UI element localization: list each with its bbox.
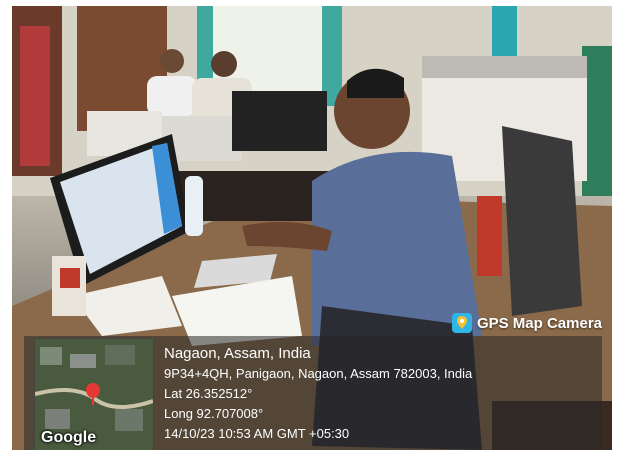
- place-name: Nagaon, Assam, India: [164, 345, 311, 362]
- google-attribution: Google: [41, 429, 97, 446]
- person-background-1-head: [160, 49, 184, 73]
- photocopier-top: [422, 56, 587, 78]
- geotag-overlay: Google Nagaon, Assam, India 9P34+4QH, Pa…: [24, 336, 602, 450]
- longitude: Long 92.707008°: [164, 406, 264, 421]
- office-photo: GPS Map Camera Google Nagaon, Assam, Ind…: [12, 6, 612, 450]
- latitude: Lat 26.352512°: [164, 386, 253, 401]
- water-bottle: [185, 176, 203, 236]
- person-background-1: [147, 76, 197, 116]
- chair-back: [502, 126, 582, 316]
- location-info: Nagaon, Assam, India 9P34+4QH, Panigaon,…: [164, 344, 472, 444]
- badge-label: GPS Map Camera: [476, 314, 602, 332]
- timestamp: 14/10/23 10:53 AM GMT +05:30: [164, 426, 350, 441]
- gps-map-camera-badge: GPS Map Camera: [451, 310, 602, 336]
- red-panel: [20, 26, 50, 166]
- red-stool: [477, 196, 502, 276]
- address: 9P34+4QH, Panigaon, Nagaon, Assam 782003…: [164, 366, 473, 381]
- back-monitor: [232, 91, 327, 151]
- map-thumbnail: Google: [34, 338, 154, 450]
- map-pin-icon: [451, 313, 472, 333]
- qr-code: [60, 268, 80, 288]
- person-background-2-head: [211, 51, 237, 77]
- teal-curtain: [492, 6, 517, 56]
